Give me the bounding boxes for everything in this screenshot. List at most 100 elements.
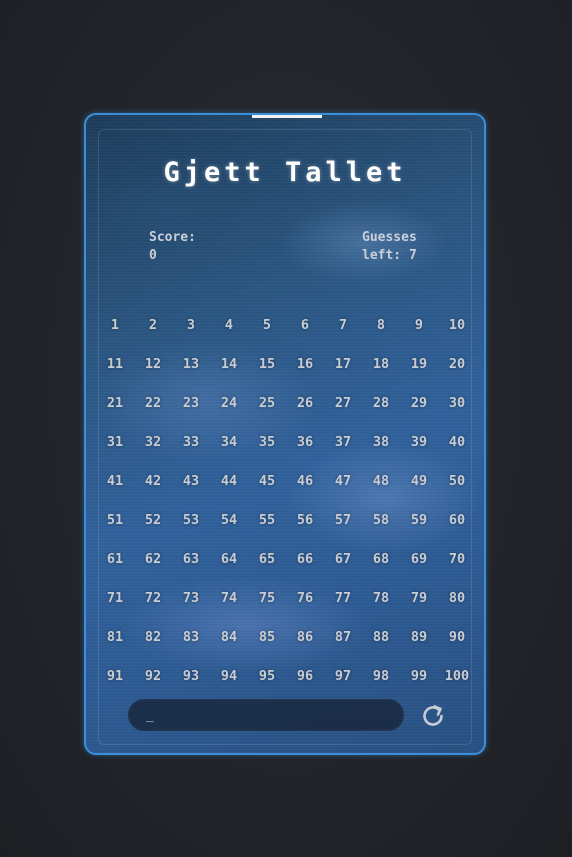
number-cell[interactable]: 6 xyxy=(286,305,324,344)
number-cell[interactable]: 56 xyxy=(286,500,324,539)
number-cell[interactable]: 60 xyxy=(438,500,476,539)
number-cell[interactable]: 42 xyxy=(134,461,172,500)
number-cell[interactable]: 4 xyxy=(210,305,248,344)
number-cell[interactable]: 96 xyxy=(286,656,324,695)
number-cell[interactable]: 87 xyxy=(324,617,362,656)
number-cell[interactable]: 12 xyxy=(134,344,172,383)
number-cell[interactable]: 22 xyxy=(134,383,172,422)
number-cell[interactable]: 1 xyxy=(96,305,134,344)
number-cell[interactable]: 68 xyxy=(362,539,400,578)
number-cell[interactable]: 55 xyxy=(248,500,286,539)
number-cell[interactable]: 39 xyxy=(400,422,438,461)
number-cell[interactable]: 37 xyxy=(324,422,362,461)
number-cell[interactable]: 27 xyxy=(324,383,362,422)
number-cell[interactable]: 47 xyxy=(324,461,362,500)
number-cell[interactable]: 86 xyxy=(286,617,324,656)
number-cell[interactable]: 14 xyxy=(210,344,248,383)
number-cell[interactable]: 51 xyxy=(96,500,134,539)
number-cell[interactable]: 32 xyxy=(134,422,172,461)
number-cell[interactable]: 18 xyxy=(362,344,400,383)
number-cell[interactable]: 20 xyxy=(438,344,476,383)
number-cell[interactable]: 81 xyxy=(96,617,134,656)
number-cell[interactable]: 82 xyxy=(134,617,172,656)
number-cell[interactable]: 62 xyxy=(134,539,172,578)
number-cell[interactable]: 93 xyxy=(172,656,210,695)
number-cell[interactable]: 91 xyxy=(96,656,134,695)
number-cell[interactable]: 90 xyxy=(438,617,476,656)
number-cell[interactable]: 24 xyxy=(210,383,248,422)
number-cell[interactable]: 66 xyxy=(286,539,324,578)
number-cell[interactable]: 73 xyxy=(172,578,210,617)
number-cell[interactable]: 61 xyxy=(96,539,134,578)
number-cell[interactable]: 83 xyxy=(172,617,210,656)
number-cell[interactable]: 35 xyxy=(248,422,286,461)
number-cell[interactable]: 72 xyxy=(134,578,172,617)
number-cell[interactable]: 71 xyxy=(96,578,134,617)
number-cell[interactable]: 53 xyxy=(172,500,210,539)
number-cell[interactable]: 74 xyxy=(210,578,248,617)
number-cell[interactable]: 70 xyxy=(438,539,476,578)
number-cell[interactable]: 41 xyxy=(96,461,134,500)
number-cell[interactable]: 11 xyxy=(96,344,134,383)
number-cell[interactable]: 9 xyxy=(400,305,438,344)
number-cell[interactable]: 99 xyxy=(400,656,438,695)
number-cell[interactable]: 67 xyxy=(324,539,362,578)
number-cell[interactable]: 23 xyxy=(172,383,210,422)
number-cell[interactable]: 77 xyxy=(324,578,362,617)
number-cell[interactable]: 45 xyxy=(248,461,286,500)
number-cell[interactable]: 79 xyxy=(400,578,438,617)
number-cell[interactable]: 26 xyxy=(286,383,324,422)
number-cell[interactable]: 38 xyxy=(362,422,400,461)
number-cell[interactable]: 89 xyxy=(400,617,438,656)
number-cell[interactable]: 69 xyxy=(400,539,438,578)
number-cell[interactable]: 58 xyxy=(362,500,400,539)
number-cell[interactable]: 44 xyxy=(210,461,248,500)
number-cell[interactable]: 88 xyxy=(362,617,400,656)
guess-input[interactable]: _ xyxy=(128,699,404,731)
number-cell[interactable]: 52 xyxy=(134,500,172,539)
number-cell[interactable]: 65 xyxy=(248,539,286,578)
number-cell[interactable]: 43 xyxy=(172,461,210,500)
number-cell[interactable]: 10 xyxy=(438,305,476,344)
number-cell[interactable]: 80 xyxy=(438,578,476,617)
number-cell[interactable]: 36 xyxy=(286,422,324,461)
number-cell[interactable]: 78 xyxy=(362,578,400,617)
number-cell[interactable]: 97 xyxy=(324,656,362,695)
number-cell[interactable]: 50 xyxy=(438,461,476,500)
number-cell[interactable]: 95 xyxy=(248,656,286,695)
number-cell[interactable]: 49 xyxy=(400,461,438,500)
number-cell[interactable]: 25 xyxy=(248,383,286,422)
restart-button[interactable] xyxy=(418,701,448,731)
number-cell[interactable]: 15 xyxy=(248,344,286,383)
number-cell[interactable]: 76 xyxy=(286,578,324,617)
number-cell[interactable]: 29 xyxy=(400,383,438,422)
number-cell[interactable]: 13 xyxy=(172,344,210,383)
number-cell[interactable]: 84 xyxy=(210,617,248,656)
number-cell[interactable]: 17 xyxy=(324,344,362,383)
number-cell[interactable]: 92 xyxy=(134,656,172,695)
number-cell[interactable]: 40 xyxy=(438,422,476,461)
number-cell[interactable]: 48 xyxy=(362,461,400,500)
number-cell[interactable]: 98 xyxy=(362,656,400,695)
number-cell[interactable]: 3 xyxy=(172,305,210,344)
number-cell[interactable]: 34 xyxy=(210,422,248,461)
number-cell[interactable]: 5 xyxy=(248,305,286,344)
number-cell[interactable]: 21 xyxy=(96,383,134,422)
number-cell[interactable]: 63 xyxy=(172,539,210,578)
number-cell[interactable]: 57 xyxy=(324,500,362,539)
number-cell[interactable]: 85 xyxy=(248,617,286,656)
number-cell[interactable]: 59 xyxy=(400,500,438,539)
number-cell[interactable]: 33 xyxy=(172,422,210,461)
number-cell[interactable]: 31 xyxy=(96,422,134,461)
number-cell[interactable]: 100 xyxy=(438,656,476,695)
number-cell[interactable]: 7 xyxy=(324,305,362,344)
number-cell[interactable]: 16 xyxy=(286,344,324,383)
number-cell[interactable]: 54 xyxy=(210,500,248,539)
number-cell[interactable]: 19 xyxy=(400,344,438,383)
number-cell[interactable]: 28 xyxy=(362,383,400,422)
number-cell[interactable]: 94 xyxy=(210,656,248,695)
number-cell[interactable]: 8 xyxy=(362,305,400,344)
number-cell[interactable]: 46 xyxy=(286,461,324,500)
number-cell[interactable]: 64 xyxy=(210,539,248,578)
number-cell[interactable]: 30 xyxy=(438,383,476,422)
